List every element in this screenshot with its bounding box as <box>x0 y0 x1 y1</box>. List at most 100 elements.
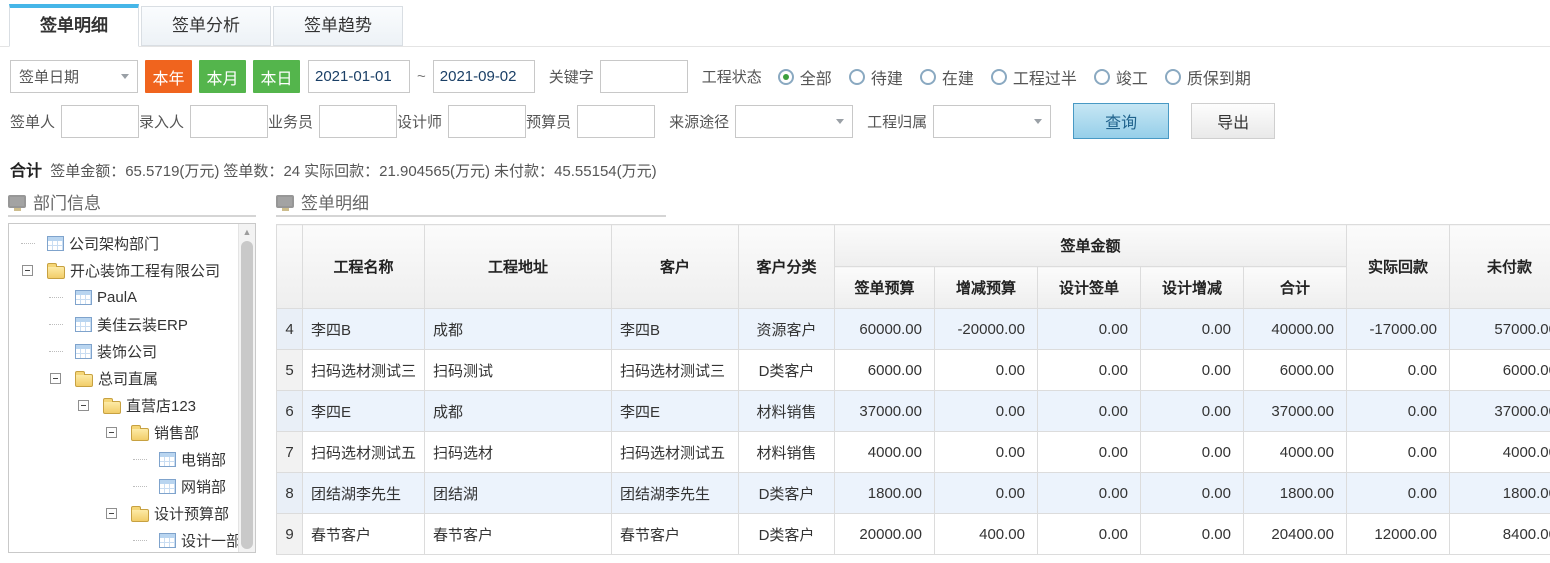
person-field-label: 预算员 <box>526 113 572 131</box>
scroll-thumb[interactable] <box>241 241 253 549</box>
cell-row-number: 6 <box>276 390 303 432</box>
tree-node-label: 设计预算部 <box>154 506 230 523</box>
project-belong-select[interactable] <box>933 104 1052 138</box>
radio-icon[interactable] <box>848 68 865 85</box>
radio-label: 质保到期 <box>1186 70 1251 88</box>
tree-node-label: 公司架构部门 <box>69 236 160 253</box>
column-header-rownum <box>276 224 303 309</box>
tree-node[interactable]: 销售部 <box>9 419 255 446</box>
column-header[interactable]: 客户分类 <box>738 224 835 309</box>
tree-node[interactable]: 设计预算部 <box>9 500 255 527</box>
column-subheader[interactable]: 设计增减 <box>1140 266 1244 309</box>
quick-range-buttons: 本年 本月 本日 <box>138 60 300 93</box>
export-button[interactable]: 导出 <box>1191 103 1276 139</box>
column-header[interactable]: 未付款 <box>1449 224 1550 309</box>
date-from-input[interactable] <box>308 60 410 93</box>
person-field-input[interactable] <box>61 104 140 138</box>
column-header[interactable]: 工程地址 <box>424 224 612 309</box>
summary-segment-value: 21.904565(万元) <box>379 163 491 180</box>
status-radio-option[interactable]: 工程过半 <box>990 65 1077 89</box>
person-field-input[interactable] <box>448 104 527 138</box>
status-radio-option[interactable]: 待建 <box>848 65 903 89</box>
column-group-header: 签单金额 <box>834 224 1347 267</box>
cell-customer-category: 资源客户 <box>738 308 835 350</box>
column-header[interactable]: 实际回款 <box>1346 224 1450 309</box>
collapse-icon[interactable] <box>22 265 33 276</box>
cell-amount: 0.00 <box>1140 513 1244 555</box>
tab-inactive[interactable]: 签单分析 <box>141 6 271 46</box>
table-icon <box>47 236 64 251</box>
cell-amount: 0.00 <box>1037 390 1141 432</box>
tree-node[interactable]: 设计一部 <box>9 527 255 552</box>
table-row[interactable]: 7 扫码选材测试五 扫码选材 扫码选材测试五 材料销售 4000.00 0.00 0.00 0.… <box>276 431 1550 473</box>
cell-amount: 400.00 <box>934 513 1038 555</box>
tree-node[interactable]: PaulA <box>9 284 255 311</box>
cell-row-number: 7 <box>276 431 303 473</box>
tree-scrollbar[interactable]: ▲ <box>238 224 255 552</box>
tree-node[interactable]: 美佳云装ERP <box>9 311 255 338</box>
table-row[interactable]: 4 李四B 成都 李四B 资源客户 60000.00 -20000.00 0.00 0.00 40… <box>276 308 1550 350</box>
collapse-icon[interactable] <box>50 373 61 384</box>
column-header[interactable]: 工程名称 <box>302 224 425 309</box>
tree-node[interactable]: 开心装饰工程有限公司 <box>9 257 255 284</box>
summary-segment: 实际回款：21.904565(万元) <box>304 163 490 180</box>
person-field-input[interactable] <box>319 104 398 138</box>
radio-icon[interactable] <box>990 68 1007 85</box>
keyword-input[interactable] <box>599 60 688 93</box>
tab-inactive[interactable]: 签单趋势 <box>273 6 403 46</box>
cell-amount: 40000.00 <box>1243 308 1347 350</box>
project-belong-label: 工程归属 <box>867 113 928 131</box>
summary-segment-value: 65.5719(万元) <box>125 163 220 180</box>
table-icon <box>159 452 176 467</box>
radio-label: 待建 <box>870 70 903 88</box>
quick-range-button[interactable]: 本日 <box>253 60 300 93</box>
status-radio-option[interactable]: 全部 <box>777 65 832 89</box>
tree-node[interactable]: 电销部 <box>9 446 255 473</box>
table-row[interactable]: 5 扫码选材测试三 扫码测试 扫码选材测试三 D类客户 6000.00 0.00 0.00 0.… <box>276 349 1550 391</box>
cell-amount: 0.00 <box>934 390 1038 432</box>
person-field-input[interactable] <box>577 104 656 138</box>
collapse-icon[interactable] <box>106 427 117 438</box>
summary-segment: 签单金额：65.5719(万元) <box>50 163 219 180</box>
radio-icon[interactable] <box>1164 68 1181 85</box>
radio-icon[interactable] <box>777 68 794 85</box>
monitor-icon <box>276 194 294 211</box>
folder-icon <box>47 262 65 279</box>
folder-icon <box>75 370 93 387</box>
quick-range-button[interactable]: 本年 <box>145 60 192 93</box>
table-row[interactable]: 9 春节客户 春节客户 春节客户 D类客户 20000.00 400.00 0.00 0.00 2… <box>276 513 1550 555</box>
column-subheader[interactable]: 增减预算 <box>934 266 1038 309</box>
tree-node[interactable]: 网销部 <box>9 473 255 500</box>
tree-node[interactable]: 装饰公司 <box>9 338 255 365</box>
person-field-input[interactable] <box>190 104 269 138</box>
tab-active[interactable]: 签单明细 <box>9 4 139 47</box>
person-field: 业务员 <box>268 104 398 138</box>
status-radio-option[interactable]: 在建 <box>919 65 974 89</box>
scroll-up-icon[interactable]: ▲ <box>239 224 255 240</box>
status-radio-option[interactable]: 竣工 <box>1093 65 1148 89</box>
tree-connector <box>133 486 147 487</box>
person-field-label: 设计师 <box>397 113 443 131</box>
column-header[interactable]: 客户 <box>611 224 739 309</box>
date-to-input[interactable] <box>432 60 535 93</box>
source-channel-select[interactable] <box>735 104 854 138</box>
date-type-select[interactable]: 签单日期 <box>10 60 138 93</box>
status-radio-option[interactable]: 质保到期 <box>1164 65 1251 89</box>
search-button[interactable]: 查询 <box>1073 103 1170 139</box>
table-row[interactable]: 6 李四E 成都 李四E 材料销售 37000.00 0.00 0.00 0.00 37000.0… <box>276 390 1550 432</box>
radio-icon[interactable] <box>919 68 936 85</box>
tree-node[interactable]: 公司架构部门 <box>9 230 255 257</box>
radio-icon[interactable] <box>1093 68 1110 85</box>
tree-node[interactable]: 直营店123 <box>9 392 255 419</box>
summary-segment-label: 签单金额： <box>50 163 126 180</box>
summary-bar: 合计 签单金额：65.5719(万元) 签单数：24 实际回款：21.904565(… <box>0 153 1550 191</box>
collapse-icon[interactable] <box>106 508 117 519</box>
tree-node-label: 装饰公司 <box>97 344 158 361</box>
collapse-icon[interactable] <box>78 400 89 411</box>
column-subheader[interactable]: 设计签单 <box>1037 266 1141 309</box>
quick-range-button[interactable]: 本月 <box>199 60 246 93</box>
column-subheader[interactable]: 合计 <box>1243 266 1347 309</box>
table-row[interactable]: 8 团结湖李先生 团结湖 团结湖李先生 D类客户 1800.00 0.00 0.00 0.00 1… <box>276 472 1550 514</box>
column-subheader[interactable]: 签单预算 <box>834 266 935 309</box>
tree-node[interactable]: 总司直属 <box>9 365 255 392</box>
